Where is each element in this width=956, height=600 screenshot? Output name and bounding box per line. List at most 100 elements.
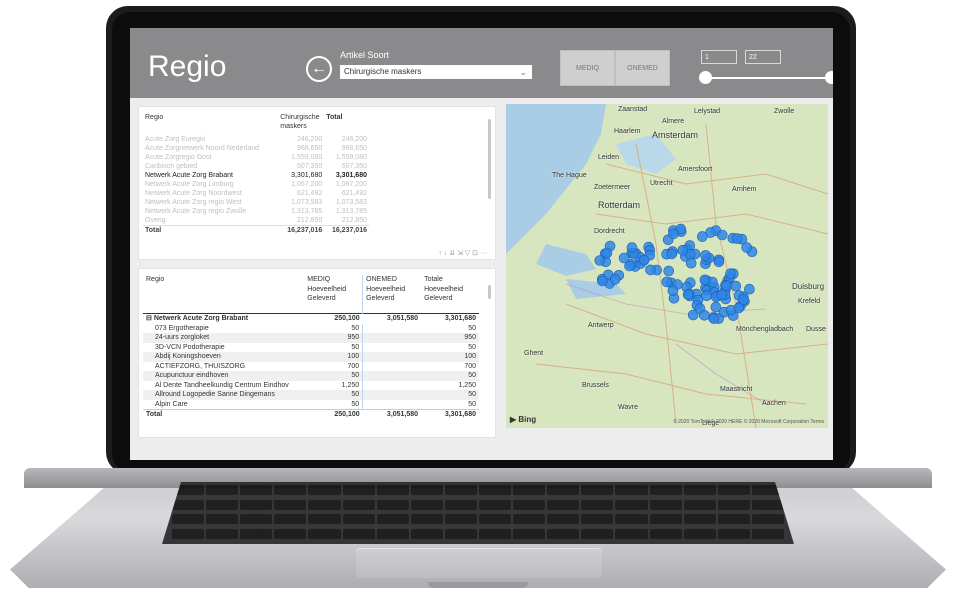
- row-label: 073 Ergotherapie: [155, 324, 209, 332]
- table-row[interactable]: Acute Zorgregio Oost 1,559,080 1,559,080: [143, 153, 369, 162]
- map-marker[interactable]: [721, 280, 732, 291]
- col-header-onemed[interactable]: ONEMED Hoeveelheid Geleverd: [363, 275, 421, 314]
- visual-header-icons[interactable]: ↑ ↓ ⇊ ⇲ ▽ ⊡ ···: [438, 249, 487, 257]
- map-marker[interactable]: [699, 274, 711, 286]
- row-label: Allround Logopedie Sanne Dingemans: [143, 390, 305, 400]
- map-marker[interactable]: [618, 252, 630, 264]
- table-row[interactable]: Acupunctuur eindhoven 50 50: [143, 371, 479, 381]
- regio-table-panel: Regio Chirurgische maskers Total Acute Z…: [138, 106, 496, 260]
- map-marker[interactable]: [682, 289, 694, 300]
- map-label: Aachen: [762, 400, 786, 407]
- map-marker[interactable]: [597, 275, 608, 287]
- segment-mediq[interactable]: MEDIQ: [560, 50, 615, 86]
- map-marker[interactable]: [594, 255, 606, 266]
- range-slider-handle-max[interactable]: [825, 71, 833, 84]
- scrollbar[interactable]: [488, 119, 491, 199]
- table-row[interactable]: 3D-VCN Podotherapie 50 50: [143, 342, 479, 352]
- table-row[interactable]: Caribisch gebied 507,350 507,350: [143, 162, 369, 171]
- range-slider-handle-min[interactable]: [699, 71, 712, 84]
- cell: 250,100: [304, 409, 363, 420]
- map-marker[interactable]: [730, 280, 742, 292]
- col-header-total[interactable]: Total: [324, 113, 369, 135]
- col-header-regio[interactable]: Regio: [143, 275, 304, 314]
- col-header-chirurgische[interactable]: Chirurgische maskers: [278, 113, 324, 135]
- table-row[interactable]: Al Dente Tandheelkundig Centrum Eindhov 1…: [143, 380, 479, 390]
- range-slider-track[interactable]: [705, 77, 832, 79]
- keyboard-key: [206, 499, 239, 510]
- table-row[interactable]: Acute Zorgnetwerk Noord Nederland 968,650…: [143, 144, 369, 153]
- table-row[interactable]: Netwerk Acute Zorg Limburg 1,067,200 1,067…: [143, 180, 369, 189]
- map-marker[interactable]: [697, 231, 708, 242]
- group-row-label[interactable]: ⊟ Netwerk Acute Zorg Brabant: [143, 313, 305, 324]
- map-marker[interactable]: [601, 247, 613, 259]
- map-marker[interactable]: [699, 310, 710, 321]
- map-marker[interactable]: [701, 290, 712, 301]
- keyboard-key: [274, 528, 307, 539]
- cell: 50: [304, 371, 364, 381]
- table-row[interactable]: Netwerk Acute Zorg regio West 1,073,583 1,…: [143, 198, 369, 207]
- map-marker[interactable]: [716, 229, 728, 241]
- map-marker[interactable]: [663, 265, 674, 277]
- table-row[interactable]: Overig 212,850 212,850: [143, 216, 369, 226]
- map-marker[interactable]: [667, 285, 679, 296]
- cell: 50: [304, 390, 364, 400]
- cell: 212,850: [341, 217, 367, 224]
- map-marker[interactable]: [685, 257, 697, 269]
- cell: 50: [304, 323, 364, 333]
- map-attribution[interactable]: © 2020 TomTom © 2020 HERE © 2020 Microso…: [673, 419, 824, 425]
- col-header-mediq[interactable]: MEDIQ Hoeveelheid Geleverd: [304, 275, 364, 314]
- map-marker[interactable]: [708, 313, 720, 324]
- table-row[interactable]: ACTIEFZORG, THUISZORG 700 700: [143, 361, 479, 371]
- scrollbar[interactable]: [488, 285, 491, 299]
- table-row[interactable]: Acute Zorg Euregio 246,200 246,200: [143, 135, 369, 144]
- map-marker[interactable]: [609, 274, 621, 285]
- map-marker[interactable]: [666, 248, 678, 260]
- keyboard-key: [547, 514, 580, 524]
- regio-table: Regio Chirurgische maskers Total Acute Z…: [143, 113, 369, 235]
- table-row[interactable]: Allround Logopedie Sanne Dingemans 50 50: [143, 390, 479, 400]
- row-label: Netwerk Acute Zorg regio West: [145, 199, 242, 206]
- map-marker[interactable]: [645, 264, 656, 276]
- map-marker[interactable]: [677, 245, 689, 256]
- range-min-input[interactable]: 1: [701, 50, 737, 64]
- cell: 100: [304, 352, 364, 362]
- row-label: Netwerk Acute Zorg Limburg: [145, 181, 234, 188]
- keyboard-key: [547, 485, 580, 495]
- map-marker[interactable]: [638, 254, 650, 266]
- map-marker[interactable]: [700, 250, 711, 261]
- map-marker[interactable]: [725, 268, 736, 279]
- table-row[interactable]: Netwerk Acute Zorg Brabant 3,301,680 3,301…: [143, 171, 369, 180]
- map-marker[interactable]: [668, 228, 679, 240]
- cell: 700: [304, 361, 364, 371]
- map-marker[interactable]: [713, 256, 725, 268]
- map-marker[interactable]: [744, 283, 755, 295]
- map-label: The Hague: [552, 172, 587, 179]
- artikel-soort-dropdown[interactable]: Chirurgische maskers ⌄: [340, 65, 532, 79]
- map-label: Amersfoort: [678, 166, 713, 173]
- keyboard-key: [274, 514, 307, 524]
- table-row[interactable]: Alpin Care 50 50: [143, 399, 479, 410]
- segment-onemed[interactable]: ONEMED: [615, 50, 670, 86]
- col-header-totale[interactable]: Totale Hoeveelheid Geleverd: [421, 275, 479, 314]
- map-marker[interactable]: [661, 276, 673, 288]
- keyboard-key: [581, 528, 614, 539]
- keyboard-key: [410, 528, 443, 539]
- table-row[interactable]: Abdij Koningshoeven 100 100: [143, 352, 479, 362]
- collapse-icon[interactable]: ⊟: [146, 315, 154, 322]
- table-row[interactable]: 073 Ergotherapie 50 50: [143, 323, 479, 333]
- map-marker[interactable]: [626, 242, 638, 253]
- map-marker[interactable]: [731, 233, 743, 244]
- table-row[interactable]: Netwerk Acute Zorg Noordwest 621,492 621,4…: [143, 189, 369, 198]
- keyboard-key: [649, 499, 682, 510]
- map-visual[interactable]: Zaanstad Lelystad Zwolle Almere Haarlem …: [506, 104, 828, 428]
- chevron-down-icon: ⌄: [519, 67, 527, 77]
- map-marker[interactable]: [738, 294, 749, 305]
- range-max-input[interactable]: 22: [745, 50, 781, 64]
- col-header-regio[interactable]: Regio: [143, 113, 278, 135]
- table-row[interactable]: 24-uurs zorgloket 950 950: [143, 333, 479, 343]
- cell: 50: [468, 324, 476, 332]
- back-arrow-icon[interactable]: ←: [306, 56, 332, 82]
- total-value: 16,237,016: [324, 225, 369, 235]
- map-marker[interactable]: [716, 289, 728, 301]
- table-row[interactable]: Netwerk Acute Zorg regio Zwolle 1,313,785…: [143, 207, 369, 216]
